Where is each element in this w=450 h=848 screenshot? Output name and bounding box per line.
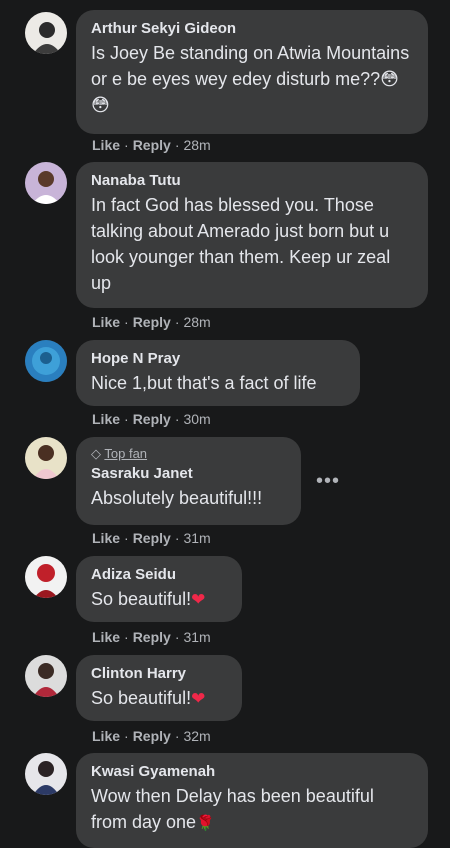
comment-actions: Like · Reply · 31m: [92, 629, 211, 645]
comment-text: Is Joey Be standing on Atwia Mountains o…: [91, 43, 410, 115]
comment-actions: Like · Reply · 30m: [92, 411, 211, 427]
reply-button[interactable]: Reply: [133, 137, 171, 153]
top-fan-badge[interactable]: ◇ Top fan: [91, 446, 287, 462]
reply-button[interactable]: Reply: [133, 411, 171, 427]
reply-button[interactable]: Reply: [133, 314, 171, 330]
rose-emoji: 🌹: [196, 815, 215, 832]
avatar[interactable]: [25, 753, 67, 795]
comment-text: So beautiful!❤: [91, 589, 206, 609]
like-button[interactable]: Like: [92, 629, 120, 645]
like-button[interactable]: Like: [92, 411, 120, 427]
reply-button[interactable]: Reply: [133, 629, 171, 645]
comment-bubble[interactable]: Kwasi Gyamenah Wow then Delay has been b…: [76, 753, 428, 848]
avatar[interactable]: [25, 162, 67, 204]
timestamp[interactable]: 31m: [183, 530, 210, 546]
timestamp[interactable]: 30m: [183, 411, 210, 427]
avatar[interactable]: [25, 437, 67, 479]
timestamp[interactable]: 28m: [183, 314, 210, 330]
commenter-name[interactable]: Clinton Harry: [91, 664, 228, 684]
like-button[interactable]: Like: [92, 137, 120, 153]
like-button[interactable]: Like: [92, 728, 120, 744]
commenter-name[interactable]: Nanaba Tutu: [91, 171, 414, 191]
comment-text: In fact God has blessed you. Those talki…: [91, 195, 391, 293]
like-button[interactable]: Like: [92, 530, 120, 546]
comment-bubble[interactable]: Clinton Harry So beautiful!❤: [76, 655, 242, 721]
timestamp[interactable]: 32m: [183, 728, 210, 744]
avatar[interactable]: [25, 12, 67, 54]
timestamp[interactable]: 31m: [183, 629, 210, 645]
comment-text: So beautiful!❤: [91, 688, 206, 708]
comment-actions: Like · Reply · 32m: [92, 728, 211, 744]
heart-emoji: ❤: [191, 590, 206, 609]
commenter-name[interactable]: Sasraku Janet: [91, 464, 287, 484]
comment-text: Wow then Delay has been beautiful from d…: [91, 786, 374, 832]
comment-actions: Like · Reply · 28m: [92, 314, 211, 330]
comment-bubble[interactable]: Hope N Pray Nice 1,but that's a fact of …: [76, 340, 360, 406]
avatar[interactable]: [25, 556, 67, 598]
heart-emoji: ❤: [191, 689, 206, 708]
avatar[interactable]: [25, 655, 67, 697]
commenter-name[interactable]: Kwasi Gyamenah: [91, 762, 414, 782]
comment-actions: Like · Reply · 31m: [92, 530, 211, 546]
diamond-icon: ◇: [91, 446, 101, 461]
comment-bubble[interactable]: ◇ Top fan Sasraku Janet Absolutely beaut…: [76, 437, 301, 525]
commenter-name[interactable]: Arthur Sekyi Gideon: [91, 19, 414, 39]
more-options-icon[interactable]: •••: [316, 471, 340, 491]
comment-text: Absolutely beautiful!!!: [91, 488, 263, 508]
commenter-name[interactable]: Hope N Pray: [91, 349, 346, 369]
like-button[interactable]: Like: [92, 314, 120, 330]
comment-actions: Like · Reply · 28m: [92, 137, 211, 153]
comment-bubble[interactable]: Adiza Seidu So beautiful!❤: [76, 556, 242, 622]
comment-bubble[interactable]: Nanaba Tutu In fact God has blessed you.…: [76, 162, 428, 308]
avatar[interactable]: [25, 340, 67, 382]
reply-button[interactable]: Reply: [133, 728, 171, 744]
commenter-name[interactable]: Adiza Seidu: [91, 565, 228, 585]
comment-bubble[interactable]: Arthur Sekyi Gideon Is Joey Be standing …: [76, 10, 428, 134]
comment-text: Nice 1,but that's a fact of life: [91, 373, 317, 393]
reply-button[interactable]: Reply: [133, 530, 171, 546]
timestamp[interactable]: 28m: [183, 137, 210, 153]
